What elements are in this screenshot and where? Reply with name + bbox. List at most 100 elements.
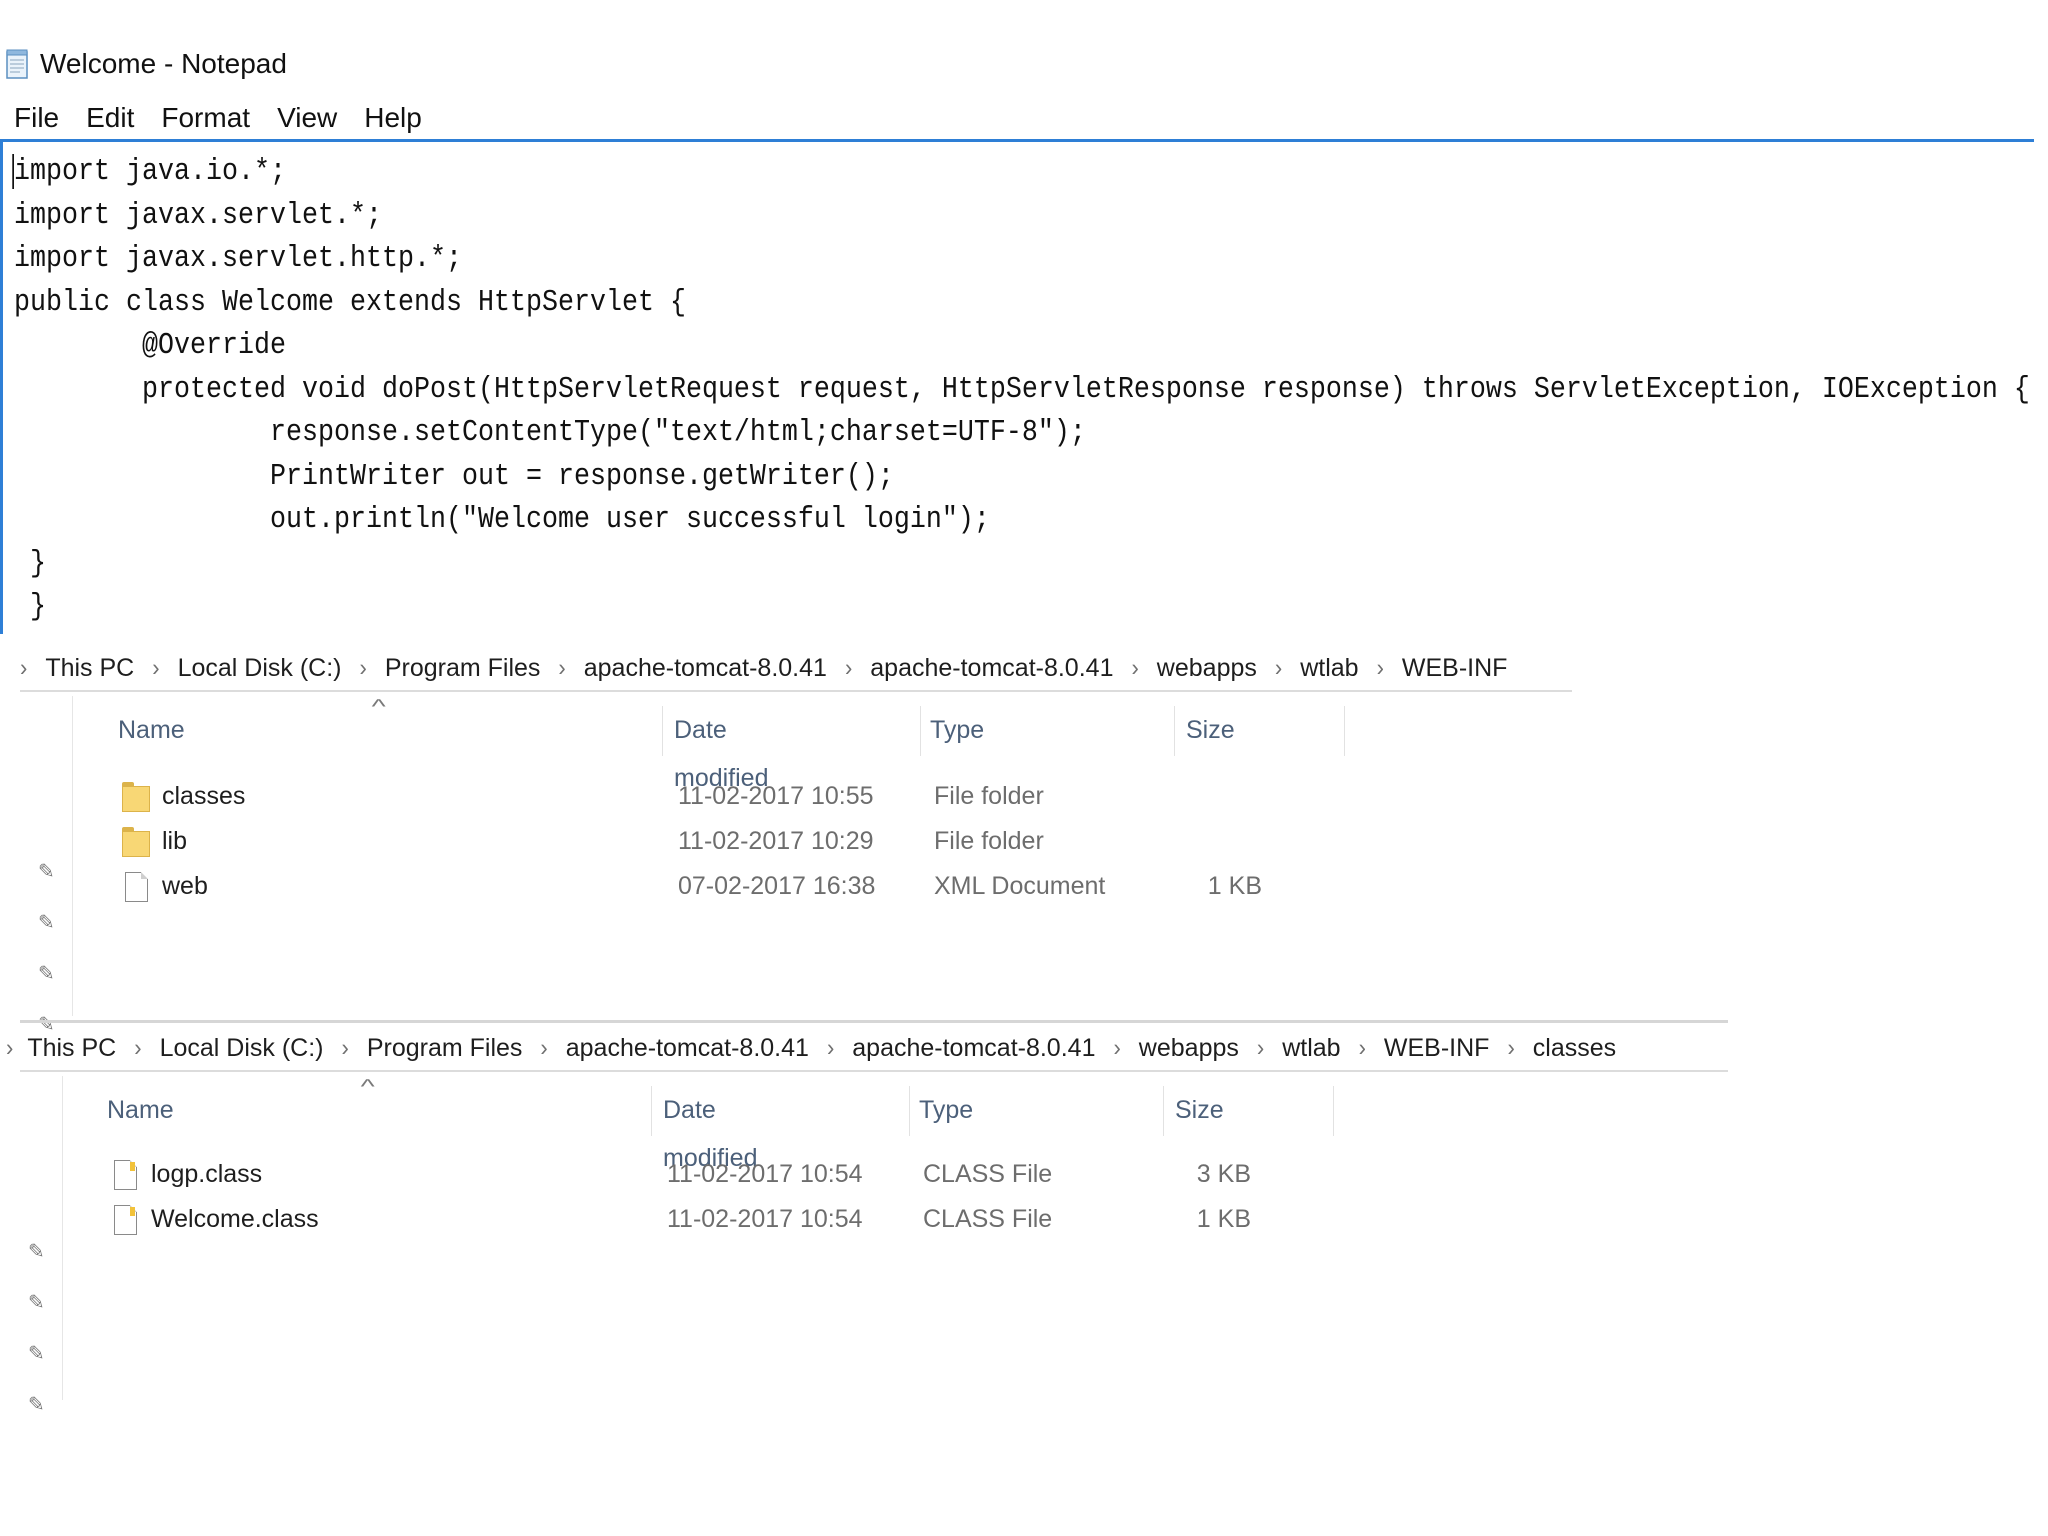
breadcrumb-item[interactable]: WEB-INF bbox=[1384, 1034, 1490, 1063]
breadcrumb-item[interactable]: apache-tomcat-8.0.41 bbox=[870, 654, 1113, 683]
column-type[interactable]: Type bbox=[930, 706, 984, 766]
file-date: 11-02-2017 10:29 bbox=[678, 827, 874, 855]
column-divider[interactable] bbox=[1344, 706, 1345, 756]
chevron-right-icon[interactable]: › bbox=[1257, 1034, 1264, 1063]
breadcrumb-item[interactable]: webapps bbox=[1157, 654, 1257, 683]
column-type[interactable]: Type bbox=[919, 1086, 973, 1146]
file-row[interactable]: lib 11-02-2017 10:29 File folder bbox=[118, 819, 1358, 864]
column-name[interactable]: Name bbox=[118, 706, 185, 766]
breadcrumb-item[interactable]: apache-tomcat-8.0.41 bbox=[584, 654, 827, 683]
file-type: File folder bbox=[934, 782, 1044, 810]
pin-icon[interactable]: ✎ bbox=[28, 1239, 45, 1264]
chevron-right-icon[interactable]: › bbox=[1113, 1034, 1120, 1063]
pin-icon[interactable]: ✎ bbox=[28, 1392, 45, 1417]
editor-focus-border bbox=[0, 139, 2034, 142]
breadcrumb-item[interactable]: webapps bbox=[1139, 1034, 1239, 1063]
breadcrumb-item[interactable]: This PC bbox=[45, 654, 134, 683]
column-date-modified[interactable]: Date modified bbox=[663, 1086, 758, 1172]
chevron-right-icon[interactable]: › bbox=[1377, 654, 1384, 683]
menu-help[interactable]: Help bbox=[364, 102, 422, 134]
breadcrumb-item[interactable]: Program Files bbox=[385, 654, 541, 683]
chevron-right-icon[interactable]: › bbox=[827, 1034, 834, 1063]
breadcrumb-item[interactable]: wtlab bbox=[1282, 1034, 1340, 1063]
column-size[interactable]: Size bbox=[1186, 706, 1235, 766]
menu-bar: File Edit Format View Help bbox=[14, 96, 449, 140]
column-date-modified[interactable]: Date modified bbox=[674, 706, 769, 792]
divider bbox=[20, 1020, 1728, 1023]
code-line: response.setContentType("text/html;chars… bbox=[14, 415, 1086, 450]
code-line: import javax.servlet.http.*; bbox=[14, 241, 462, 276]
code-line: import javax.servlet.*; bbox=[14, 197, 382, 233]
column-divider[interactable] bbox=[1333, 1086, 1334, 1136]
pin-icon[interactable]: ✎ bbox=[38, 859, 55, 884]
chevron-right-icon[interactable]: › bbox=[558, 654, 565, 683]
column-size[interactable]: Size bbox=[1175, 1086, 1224, 1146]
explorer-pane-web-inf: › This PC › Local Disk (C:) › Program Fi… bbox=[0, 646, 1760, 1036]
breadcrumb-item[interactable]: Program Files bbox=[367, 1034, 523, 1063]
column-divider[interactable] bbox=[651, 1086, 652, 1136]
chevron-right-icon[interactable]: › bbox=[152, 654, 159, 683]
chevron-right-icon[interactable]: › bbox=[540, 1034, 547, 1063]
column-divider[interactable] bbox=[920, 706, 921, 756]
pin-icon[interactable]: ✎ bbox=[28, 1341, 45, 1366]
file-row[interactable]: logp.class 11-02-2017 10:54 CLASS File 3… bbox=[107, 1152, 1347, 1197]
file-name: web bbox=[162, 872, 208, 900]
breadcrumb-item[interactable]: apache-tomcat-8.0.41 bbox=[852, 1034, 1095, 1063]
menu-file[interactable]: File bbox=[14, 102, 59, 134]
breadcrumb-item[interactable]: This PC bbox=[27, 1034, 116, 1063]
text-editor[interactable]: import java.io.*; import javax.servlet.*;… bbox=[12, 150, 2030, 629]
breadcrumb-item[interactable]: wtlab bbox=[1300, 654, 1358, 683]
notepad-app-icon bbox=[6, 49, 28, 79]
file-size: 1 KB bbox=[1207, 872, 1262, 900]
code-line: protected void doPost(HttpServletRequest… bbox=[14, 371, 2030, 407]
chevron-right-icon[interactable]: › bbox=[1275, 654, 1282, 683]
file-list: classes 11-02-2017 10:55 File folder lib… bbox=[118, 774, 1358, 909]
file-date: 11-02-2017 10:54 bbox=[667, 1205, 863, 1233]
file-name: logp.class bbox=[151, 1160, 263, 1188]
breadcrumb-item[interactable]: classes bbox=[1533, 1034, 1616, 1063]
file-name: classes bbox=[162, 782, 246, 810]
breadcrumb-item[interactable]: WEB-INF bbox=[1402, 654, 1508, 683]
file-row[interactable]: Welcome.class 11-02-2017 10:54 CLASS Fil… bbox=[107, 1197, 1347, 1242]
document-icon bbox=[122, 872, 150, 902]
column-divider[interactable] bbox=[909, 1086, 910, 1136]
quick-access-strip: ✎ ✎ ✎ ✎ bbox=[10, 1076, 63, 1416]
menu-view[interactable]: View bbox=[277, 102, 337, 134]
pin-icon[interactable]: ✎ bbox=[38, 910, 55, 935]
menu-format[interactable]: Format bbox=[161, 102, 250, 134]
breadcrumb: › This PC › Local Disk (C:) › Program Fi… bbox=[6, 1026, 1616, 1070]
breadcrumb-item[interactable]: Local Disk (C:) bbox=[178, 654, 342, 683]
file-row[interactable]: classes 11-02-2017 10:55 File folder bbox=[118, 774, 1358, 819]
column-divider[interactable] bbox=[1163, 1086, 1164, 1136]
breadcrumb-item[interactable]: Local Disk (C:) bbox=[160, 1034, 324, 1063]
file-row[interactable]: web 07-02-2017 16:38 XML Document 1 KB bbox=[118, 864, 1358, 909]
column-divider[interactable] bbox=[1174, 706, 1175, 756]
chevron-right-icon[interactable]: › bbox=[1359, 1034, 1366, 1063]
chevron-right-icon[interactable]: › bbox=[1131, 654, 1138, 683]
menu-edit[interactable]: Edit bbox=[86, 102, 134, 134]
column-name[interactable]: Name bbox=[107, 1086, 174, 1146]
sort-ascending-icon: ^ bbox=[360, 1076, 375, 1098]
code-line: public class Welcome extends HttpServlet… bbox=[14, 284, 686, 320]
chevron-right-icon[interactable]: › bbox=[845, 654, 852, 683]
chevron-right-icon[interactable]: › bbox=[359, 654, 366, 683]
file-type: CLASS File bbox=[923, 1205, 1053, 1233]
chevron-right-icon[interactable]: › bbox=[20, 654, 27, 683]
chevron-right-icon[interactable]: › bbox=[1507, 1034, 1514, 1063]
chevron-right-icon[interactable]: › bbox=[134, 1034, 141, 1063]
chevron-right-icon[interactable]: › bbox=[6, 1034, 13, 1063]
pin-icon[interactable]: ✎ bbox=[28, 1290, 45, 1315]
editor-focus-border-left bbox=[0, 141, 3, 634]
file-type: File folder bbox=[934, 827, 1044, 855]
pin-icon[interactable]: ✎ bbox=[38, 961, 55, 986]
file-date: 11-02-2017 10:55 bbox=[678, 782, 874, 810]
breadcrumb-item[interactable]: apache-tomcat-8.0.41 bbox=[566, 1034, 809, 1063]
divider bbox=[20, 690, 1572, 692]
quick-access-strip: ✎ ✎ ✎ ✎ bbox=[20, 696, 73, 1036]
file-name: lib bbox=[162, 827, 188, 855]
file-size: 3 KB bbox=[1196, 1160, 1251, 1188]
column-divider[interactable] bbox=[662, 706, 663, 756]
file-size: 1 KB bbox=[1196, 1205, 1251, 1233]
file-type: XML Document bbox=[934, 872, 1106, 900]
chevron-right-icon[interactable]: › bbox=[341, 1034, 348, 1063]
